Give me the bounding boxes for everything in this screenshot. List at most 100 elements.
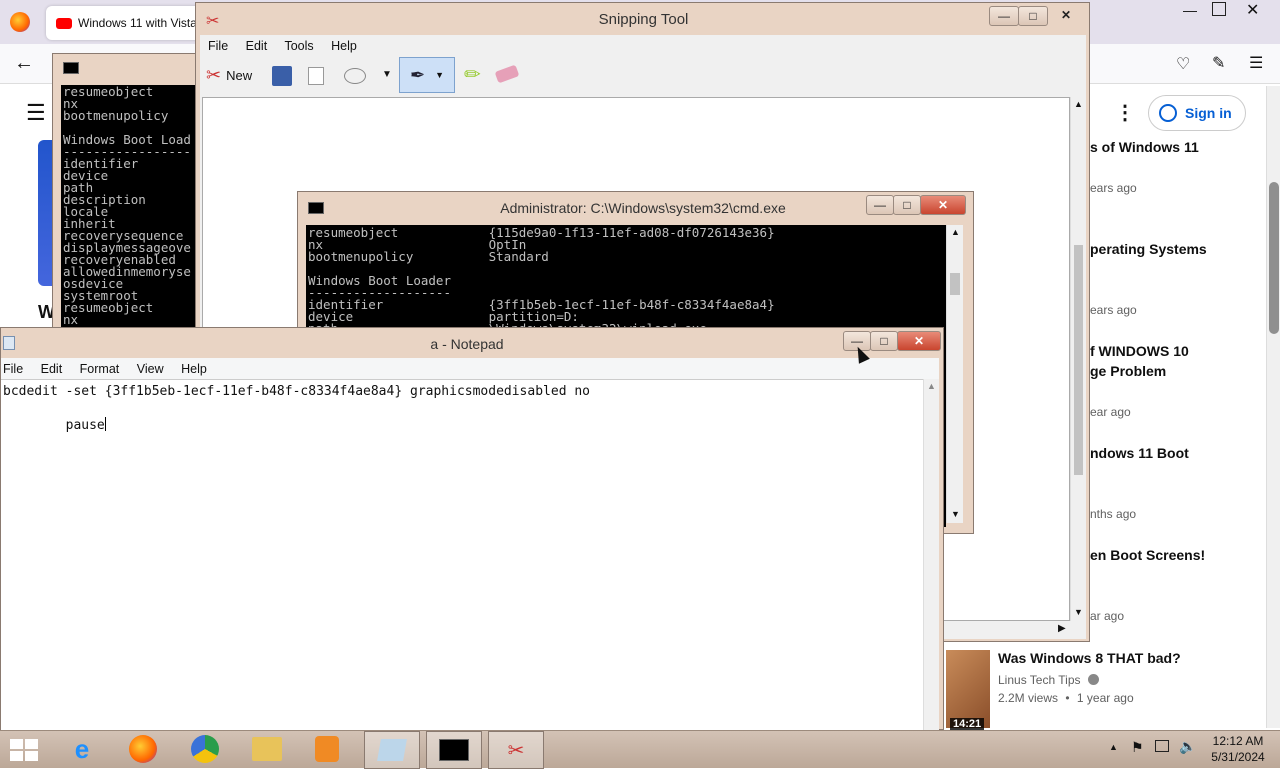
video-title[interactable]: ndows 11 Boot (1090, 445, 1189, 461)
notepad-vscroll[interactable]: ▲ (923, 379, 939, 731)
featured-meta: 2.2M views • 1 year ago (998, 691, 1134, 705)
notepad-taskbar-icon[interactable] (364, 731, 420, 769)
menu-edit[interactable]: Edit (41, 362, 63, 376)
console-line: resumeobject (63, 85, 154, 99)
network-icon[interactable] (1155, 740, 1169, 752)
video-meta: ears ago (1090, 181, 1137, 195)
snipping-close-button[interactable]: ✕ (1047, 6, 1085, 24)
notepad-body: File Edit Format View Help bcdedit -set … (1, 358, 939, 731)
browser-scroll-thumb[interactable] (1269, 182, 1279, 334)
admin-vscroll[interactable]: ▲ ▼ (946, 225, 963, 523)
video-title[interactable]: f WINDOWS 10 (1090, 343, 1189, 359)
menu-file[interactable]: File (208, 39, 228, 53)
browser-tab[interactable]: Windows 11 with Vista (46, 6, 206, 40)
video-title[interactable]: perating Systems (1090, 241, 1207, 257)
sign-in-button[interactable]: Sign in (1148, 95, 1246, 131)
featured-title[interactable]: Was Windows 8 THAT bad? (998, 650, 1181, 666)
editor-line: pause (3, 402, 106, 448)
scroll-down-icon[interactable]: ▼ (1074, 607, 1083, 617)
featured-thumbnail[interactable] (946, 650, 990, 728)
separator-dot: • (1065, 691, 1070, 705)
admin-minimize-button[interactable]: — (866, 195, 894, 215)
admin-scroll-thumb[interactable] (950, 273, 960, 295)
video-meta: nths ago (1090, 507, 1137, 521)
snipping-maximize-button[interactable]: □ (1018, 6, 1048, 26)
channel-name: Linus Tech Tips (998, 673, 1081, 687)
file-explorer-icon[interactable] (242, 731, 292, 767)
back-cmd-window[interactable]: resumeobject nx bootmenupolicy Windows Boo… (52, 53, 203, 333)
notepad-window[interactable]: a - Notepad — □ ✕ File Edit Format View … (0, 327, 944, 731)
firefox-icon[interactable] (118, 731, 168, 767)
video-meta: ar ago (1090, 609, 1125, 623)
menu-hamburger-icon[interactable]: ☰ (1249, 53, 1263, 73)
menu-help[interactable]: Help (181, 362, 207, 376)
account-icon (1159, 104, 1177, 122)
pen-tool-button[interactable]: ✒ ▼ (399, 57, 455, 93)
notepad-maximize-button[interactable]: □ (870, 331, 898, 351)
scroll-down-icon[interactable]: ▼ (951, 509, 960, 519)
show-hidden-icons[interactable]: ▲ (1109, 742, 1118, 752)
browser-minimize-icon[interactable]: — (1183, 2, 1201, 18)
browser-scrollbar[interactable] (1266, 86, 1280, 728)
sign-in-label: Sign in (1185, 105, 1232, 121)
clock-time: 12:12 AM (1212, 734, 1264, 748)
editor-line: bcdedit -set {3ff1b5eb-1ecf-11ef-b48f-c8… (3, 384, 590, 399)
menu-file[interactable]: File (3, 362, 23, 376)
admin-maximize-button[interactable]: □ (893, 195, 921, 215)
start-button[interactable] (10, 739, 38, 761)
chrome-icon[interactable] (180, 731, 230, 767)
snip-vscroll-thumb[interactable] (1074, 245, 1083, 475)
browser-maximize-icon[interactable] (1212, 2, 1226, 16)
featured-channel[interactable]: Linus Tech Tips (998, 673, 1099, 687)
youtube-menu-icon[interactable]: ☰ (26, 100, 46, 126)
scissors-icon: ✂ (206, 64, 222, 85)
menu-view[interactable]: View (137, 362, 164, 376)
eraser-icon[interactable] (494, 64, 520, 84)
cmd-taskbar-icon[interactable] (426, 731, 482, 769)
scroll-right-icon[interactable]: ▶ (1058, 623, 1066, 634)
video-title-line2[interactable]: ge Problem (1090, 363, 1166, 379)
clock[interactable]: 12:12 AM 5/31/2024 (1206, 733, 1270, 765)
editor-line-text: pause (65, 418, 105, 433)
extensions-icon[interactable]: ✎ (1212, 53, 1225, 73)
internet-explorer-icon[interactable]: e (57, 731, 107, 767)
new-label: New (226, 67, 253, 83)
snipping-minimize-button[interactable]: — (989, 6, 1019, 26)
menu-tools[interactable]: Tools (284, 39, 313, 53)
notepad-close-button[interactable]: ✕ (897, 331, 941, 351)
highlighter-icon[interactable]: ✏ (464, 62, 481, 87)
action-center-flag-icon[interactable]: ⚑ (1131, 739, 1144, 756)
tab-title: Windows 11 with Vista (78, 16, 197, 30)
volume-icon[interactable]: 🔈 (1179, 738, 1196, 755)
snipping-taskbar-icon[interactable]: ✂ (488, 731, 544, 769)
pocket-icon[interactable]: ♡ (1176, 54, 1190, 74)
send-icon[interactable] (344, 68, 366, 84)
snip-vscroll[interactable]: ▲ ▼ (1070, 97, 1086, 621)
back-arrow-icon[interactable]: ← (14, 52, 34, 75)
console-line: resumeobject (63, 300, 154, 315)
more-options-icon[interactable]: ⋮ (1115, 100, 1135, 125)
notepad-menubar: File Edit Format View Help (3, 362, 221, 376)
scroll-up-icon[interactable]: ▲ (951, 227, 960, 237)
video-title[interactable]: s of Windows 11 (1090, 139, 1199, 155)
scroll-up-icon[interactable]: ▲ (927, 381, 936, 391)
menu-help[interactable]: Help (331, 39, 357, 53)
video-title[interactable]: en Boot Screens! (1090, 547, 1205, 563)
text-cursor (104, 417, 106, 431)
menu-edit[interactable]: Edit (246, 39, 268, 53)
notepad-editor[interactable]: bcdedit -set {3ff1b5eb-1ecf-11ef-b48f-c8… (1, 379, 923, 731)
snipping-title: Snipping Tool (598, 11, 689, 28)
pen-icon: ✒ (409, 64, 426, 85)
admin-close-button[interactable]: ✕ (920, 195, 966, 215)
save-icon[interactable] (272, 66, 292, 86)
dropdown-arrow-icon[interactable]: ▼ (382, 69, 392, 80)
featured-age: 1 year ago (1076, 691, 1134, 705)
media-player-icon[interactable] (302, 731, 352, 767)
copy-icon[interactable] (308, 67, 324, 85)
browser-close-icon[interactable]: ✕ (1246, 0, 1259, 20)
menu-format[interactable]: Format (80, 362, 120, 376)
featured-duration: 14:21 (950, 718, 985, 730)
new-snip-button[interactable]: ✂ New (206, 63, 252, 87)
verified-icon (1087, 674, 1099, 685)
scroll-up-icon[interactable]: ▲ (1074, 99, 1083, 109)
